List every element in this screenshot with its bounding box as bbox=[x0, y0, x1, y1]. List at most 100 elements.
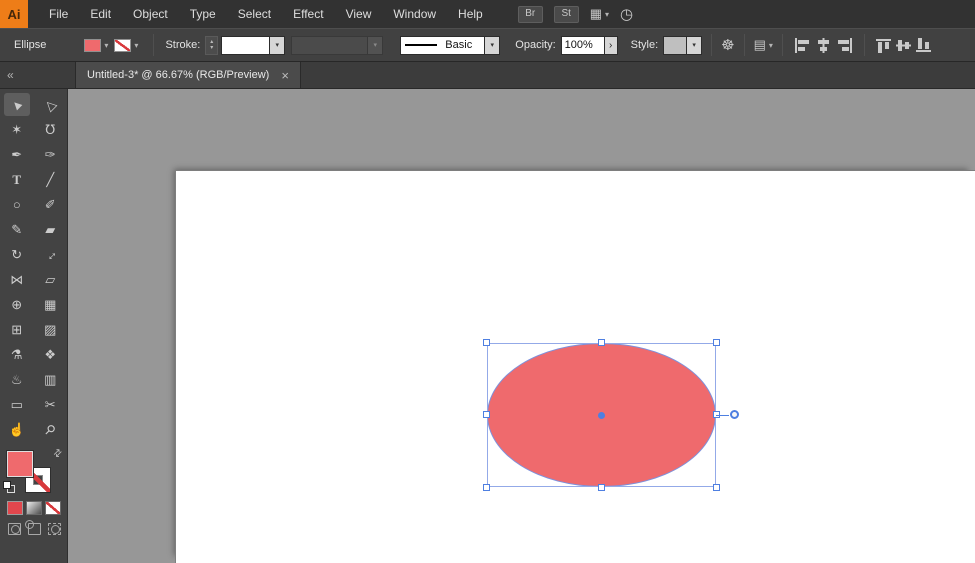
stroke-weight-stepper[interactable]: ▴ ▾ bbox=[205, 35, 219, 55]
vertical-align-top-button[interactable] bbox=[875, 38, 892, 53]
menu-effect[interactable]: Effect bbox=[282, 0, 334, 28]
type-tool[interactable]: T bbox=[0, 167, 34, 192]
opacity-panel-arrow-icon[interactable]: › bbox=[604, 35, 618, 55]
recolor-artwork-icon[interactable]: ☸ bbox=[721, 36, 734, 54]
gradient-tool[interactable]: ▨ bbox=[34, 317, 68, 342]
eyedropper-icon: ⚗ bbox=[10, 346, 23, 362]
artboard-tool-icon: ▭ bbox=[10, 396, 23, 412]
menu-window[interactable]: Window bbox=[382, 0, 447, 28]
align-to-dropdown[interactable]: ▤ ▾ bbox=[754, 37, 773, 53]
gradient-button[interactable] bbox=[26, 501, 42, 515]
gradient-icon: ▨ bbox=[44, 321, 57, 337]
curvature-tool[interactable]: ✑ bbox=[34, 142, 68, 167]
opacity-input[interactable] bbox=[560, 35, 605, 55]
app-logo[interactable]: Ai bbox=[0, 0, 28, 28]
canvas[interactable] bbox=[68, 89, 975, 563]
pencil-tool[interactable]: ✎ bbox=[0, 217, 34, 242]
draw-behind-icon[interactable] bbox=[25, 520, 41, 535]
eraser-icon: ▰ bbox=[45, 221, 56, 237]
live-shape-pie-widget[interactable] bbox=[730, 410, 739, 419]
scale-icon: ↔ bbox=[40, 244, 61, 265]
app-bar-buttons: Br St ▦ ▾ ◷ bbox=[517, 5, 633, 23]
workspace-switcher-icon[interactable]: ◷ bbox=[620, 5, 633, 23]
menu-type[interactable]: Type bbox=[179, 0, 227, 28]
brush-definition-dropdown[interactable]: Basic ▾ bbox=[400, 35, 501, 55]
column-graph-tool[interactable]: ▥ bbox=[34, 367, 68, 392]
width-tool[interactable]: ⋈ bbox=[0, 267, 34, 292]
center-point[interactable] bbox=[598, 411, 605, 419]
curvature-icon: ✑ bbox=[44, 146, 56, 162]
default-fill-stroke-icon[interactable] bbox=[3, 481, 17, 495]
fill-color-dropdown[interactable]: ▾ bbox=[84, 38, 108, 52]
ellipse-tool[interactable]: ○ bbox=[0, 192, 34, 217]
free-transform-tool[interactable]: ▱ bbox=[34, 267, 68, 292]
draw-normal-icon[interactable] bbox=[8, 523, 21, 535]
chevron-down-icon: ▾ bbox=[484, 36, 500, 54]
live-shape-widget-line bbox=[716, 415, 729, 416]
document-tab-bar: « Untitled-3* @ 66.67% (RGB/Preview) × bbox=[0, 62, 975, 89]
stroke-color-dropdown[interactable]: ▾ bbox=[114, 38, 138, 52]
symbol-sprayer-tool[interactable]: ♨ bbox=[0, 367, 34, 392]
handle-top-left[interactable] bbox=[483, 339, 490, 346]
none-button[interactable] bbox=[45, 501, 61, 515]
graphic-style-dropdown[interactable]: ▾ bbox=[663, 35, 703, 55]
vertical-align-center-button[interactable] bbox=[895, 38, 912, 53]
document-tab[interactable]: Untitled-3* @ 66.67% (RGB/Preview) × bbox=[75, 62, 301, 88]
draw-inside-icon[interactable] bbox=[48, 523, 61, 535]
color-button[interactable] bbox=[7, 501, 23, 515]
blend-icon: ❖ bbox=[44, 346, 57, 362]
pen-tool[interactable]: ✒ bbox=[0, 142, 34, 167]
line-segment-tool[interactable]: ╱ bbox=[34, 167, 68, 192]
vertical-align-bottom-button[interactable] bbox=[915, 37, 932, 53]
selected-ellipse-group bbox=[483, 339, 739, 491]
rotate-tool[interactable]: ↻ bbox=[0, 242, 34, 267]
stock-button[interactable]: St bbox=[553, 5, 579, 23]
menu-object[interactable]: Object bbox=[122, 0, 179, 28]
blend-tool[interactable]: ❖ bbox=[34, 342, 68, 367]
handle-middle-left[interactable] bbox=[483, 411, 490, 418]
handle-bottom-left[interactable] bbox=[483, 484, 490, 491]
direct-selection-tool[interactable]: △ bbox=[34, 92, 68, 117]
stroke-swatch-hole bbox=[33, 475, 43, 485]
drawing-mode-buttons bbox=[0, 520, 67, 535]
menu-file[interactable]: File bbox=[38, 0, 79, 28]
shape-builder-tool[interactable]: ⊕ bbox=[0, 292, 34, 317]
stroke-weight-dropdown[interactable]: ▾ bbox=[221, 35, 286, 55]
handle-bottom-right[interactable] bbox=[713, 484, 720, 491]
swap-fill-stroke-icon[interactable]: ⇄ bbox=[51, 447, 65, 461]
handle-bottom-center[interactable] bbox=[597, 484, 605, 491]
paintbrush-tool[interactable]: ✐ bbox=[34, 192, 68, 217]
arrange-documents-dropdown[interactable]: ▦ ▾ bbox=[590, 6, 609, 22]
separator bbox=[781, 34, 783, 56]
slice-tool[interactable]: ✂ bbox=[34, 392, 68, 417]
variable-width-profile-dropdown[interactable]: ▾ bbox=[291, 35, 384, 55]
perspective-grid-tool[interactable]: ▦ bbox=[34, 292, 68, 317]
fill-proxy-swatch[interactable] bbox=[7, 451, 33, 477]
menu-view[interactable]: View bbox=[335, 0, 383, 28]
eyedropper-tool[interactable]: ⚗ bbox=[0, 342, 34, 367]
eraser-tool[interactable]: ▰ bbox=[34, 217, 68, 242]
horizontal-align-right-button[interactable] bbox=[836, 37, 853, 53]
lasso-tool[interactable]: ℧ bbox=[34, 117, 68, 142]
lasso-icon: ℧ bbox=[45, 121, 56, 137]
horizontal-align-center-button[interactable] bbox=[815, 37, 832, 53]
control-bar: Ellipse ▾ ▾ Stroke: ▴ ▾ ▾ ▾ Basic ▾ Opac… bbox=[0, 28, 975, 62]
magic-wand-tool[interactable]: ✶ bbox=[0, 117, 34, 142]
menu-select[interactable]: Select bbox=[227, 0, 282, 28]
zoom-tool[interactable]: ⚲ bbox=[34, 417, 68, 442]
menu-edit[interactable]: Edit bbox=[79, 0, 122, 28]
handle-top-right[interactable] bbox=[713, 339, 720, 346]
document-tab-title: Untitled-3* @ 66.67% (RGB/Preview) bbox=[87, 69, 270, 81]
pen-icon: ✒ bbox=[11, 146, 23, 162]
scale-tool[interactable]: ↔ bbox=[34, 242, 68, 267]
handle-top-center[interactable] bbox=[597, 339, 605, 346]
tab-close-icon[interactable]: × bbox=[281, 68, 289, 83]
bridge-button[interactable]: Br bbox=[517, 5, 543, 23]
mesh-tool[interactable]: ⊞ bbox=[0, 317, 34, 342]
menu-help[interactable]: Help bbox=[447, 0, 494, 28]
artboard-tool[interactable]: ▭ bbox=[0, 392, 34, 417]
hand-tool[interactable]: ☝ bbox=[0, 417, 34, 442]
selection-tool[interactable]: ▲ bbox=[4, 93, 30, 116]
horizontal-align-left-button[interactable] bbox=[794, 37, 811, 53]
collapse-panels-button[interactable]: « bbox=[0, 62, 68, 88]
